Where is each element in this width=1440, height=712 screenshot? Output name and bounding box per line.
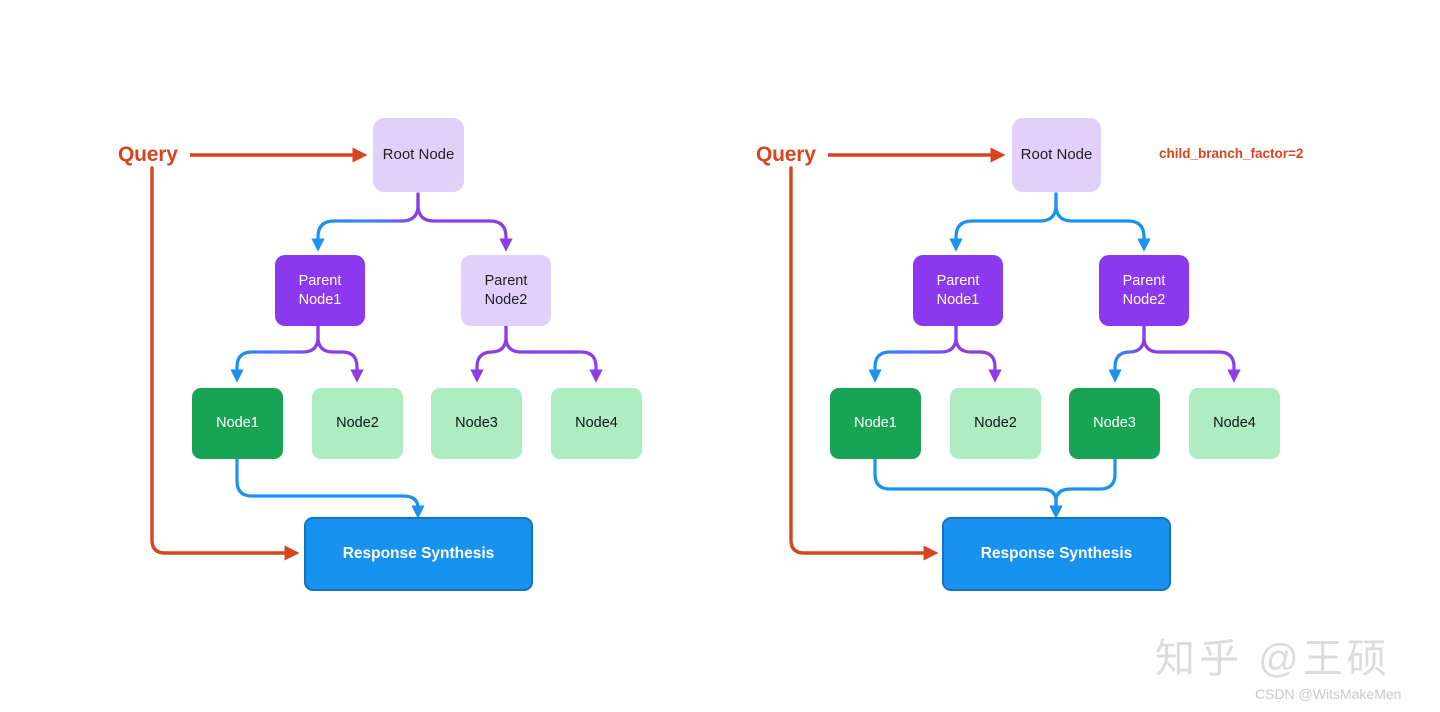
left-leaf-node-2[interactable]: Node2 (312, 388, 403, 459)
connector-layer (150, 147, 1241, 561)
left-parent2-to-node3-connector (470, 324, 508, 383)
child-branch-factor-label: child_branch_factor=2 (1159, 146, 1304, 161)
right-leaf-node-4[interactable]: Node4 (1189, 388, 1280, 459)
right-leaf-node-3[interactable]: Node3 (1069, 388, 1160, 459)
right-parent1-to-node2-connector (954, 324, 1002, 383)
left-parent1-to-node2-connector (316, 324, 364, 383)
left-leaf-node-1[interactable]: Node1 (192, 388, 283, 459)
right-node1-to-synthesis-connector (873, 457, 1063, 519)
left-root-to-parent2-connector (416, 192, 513, 252)
left-query-to-synthesis-arrow (150, 166, 300, 561)
right-parent1-to-node1-connector (868, 324, 958, 383)
right-parent-node-2-label: Parent Node2 (1122, 272, 1166, 308)
right-leaf-node-1[interactable]: Node1 (830, 388, 921, 459)
right-query-to-synthesis-arrow (789, 166, 939, 561)
right-root-to-parent1-connector (949, 192, 1058, 252)
left-leaf-node-3[interactable]: Node3 (431, 388, 522, 459)
left-leaf-node-4[interactable]: Node4 (551, 388, 642, 459)
left-root-to-parent1-connector (311, 192, 420, 252)
right-root-node[interactable]: Root Node (1012, 118, 1101, 192)
right-root-to-parent2-connector (1054, 192, 1151, 252)
right-parent-node-2[interactable]: Parent Node2 (1099, 255, 1189, 326)
left-parent2-to-node4-connector (504, 324, 603, 383)
right-parent2-to-node4-connector (1142, 324, 1241, 383)
left-response-synthesis-box[interactable]: Response Synthesis (304, 517, 533, 591)
csdn-watermark: CSDN @WitsMakeMen (1255, 686, 1402, 702)
zhihu-watermark: 知乎 @王硕 (1155, 637, 1391, 681)
left-node1-to-synthesis-connector (235, 457, 425, 519)
left-parent-node-2[interactable]: Parent Node2 (461, 255, 551, 326)
right-query-label: Query (756, 143, 816, 166)
diagram-canvas: Query Root Node Parent Node1 Parent Node… (0, 0, 1440, 712)
right-response-synthesis-box[interactable]: Response Synthesis (942, 517, 1171, 591)
left-parent-node-1[interactable]: Parent Node1 (275, 255, 365, 326)
left-parent1-to-node1-connector (230, 324, 320, 383)
left-parent-node-2-label: Parent Node2 (484, 272, 528, 308)
left-root-node[interactable]: Root Node (373, 118, 464, 192)
right-node3-to-synthesis-connector (1049, 457, 1117, 519)
left-parent-node-1-label: Parent Node1 (298, 272, 342, 308)
left-query-label: Query (118, 143, 178, 166)
right-leaf-node-2[interactable]: Node2 (950, 388, 1041, 459)
right-parent-node-1-label: Parent Node1 (936, 272, 980, 308)
right-parent2-to-node3-connector (1108, 324, 1146, 383)
right-parent-node-1[interactable]: Parent Node1 (913, 255, 1003, 326)
